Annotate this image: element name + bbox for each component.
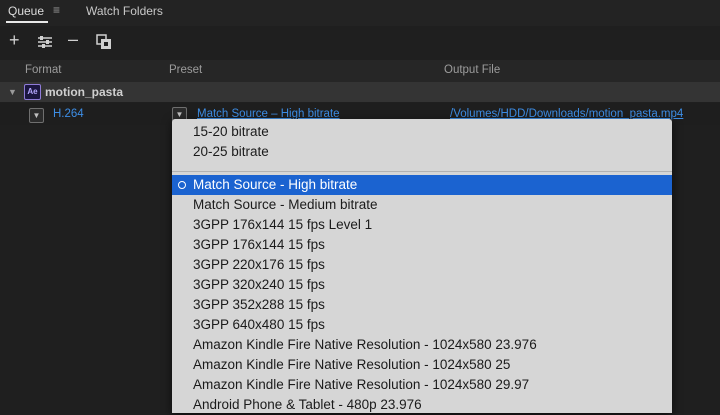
- format-value[interactable]: H.264: [53, 108, 84, 120]
- preset-option[interactable]: 3GPP 176x144 15 fps Level 1: [172, 215, 672, 235]
- chevron-down-icon[interactable]: ▼: [8, 87, 17, 97]
- settings-sliders-icon-glyph: [38, 36, 52, 48]
- hamburger-icon[interactable]: ≡: [53, 3, 60, 17]
- preset-option[interactable]: Amazon Kindle Fire Native Resolution - 1…: [172, 335, 672, 355]
- queue-column-header: Format Preset Output File: [0, 60, 720, 83]
- selected-indicator-icon: [178, 181, 186, 189]
- preset-option[interactable]: 15-20 bitrate: [172, 122, 672, 142]
- plus-icon[interactable]: +: [9, 31, 20, 49]
- tab-queue[interactable]: Queue: [5, 4, 49, 23]
- group-name: motion_pasta: [45, 85, 124, 99]
- panel-tab-bar: Queue ≡ Watch Folders: [0, 0, 720, 26]
- settings-sliders-icon[interactable]: [37, 34, 53, 54]
- duplicate-icon-glyph: [96, 34, 111, 49]
- column-format[interactable]: Format: [25, 64, 61, 76]
- tab-watch-folders[interactable]: Watch Folders: [86, 4, 163, 18]
- column-output-file[interactable]: Output File: [444, 64, 500, 76]
- preset-option[interactable]: 3GPP 320x240 15 fps: [172, 275, 672, 295]
- preset-option[interactable]: Match Source - Medium bitrate: [172, 195, 672, 215]
- format-dropdown[interactable]: ▼: [29, 108, 44, 123]
- column-preset[interactable]: Preset: [169, 64, 202, 76]
- after-effects-icon: Ae: [24, 84, 41, 100]
- preset-option[interactable]: Amazon Kindle Fire Native Resolution - 1…: [172, 355, 672, 375]
- preset-option[interactable]: 20-25 bitrate: [172, 142, 672, 162]
- preset-option[interactable]: Android Phone & Tablet - 480p 23.976: [172, 395, 672, 415]
- duplicate-icon[interactable]: [96, 34, 112, 54]
- preset-option[interactable]: 3GPP 640x480 15 fps: [172, 315, 672, 335]
- minus-icon[interactable]: –: [68, 30, 78, 48]
- chevron-down-icon: ▼: [32, 111, 41, 120]
- preset-option[interactable]: Amazon Kindle Fire Native Resolution - 1…: [172, 375, 672, 395]
- preset-dropdown-menu: 15-20 bitrate 20-25 bitrate Match Source…: [172, 119, 672, 413]
- preset-option[interactable]: 3GPP 220x176 15 fps: [172, 255, 672, 275]
- menu-separator: [172, 171, 672, 172]
- preset-option-selected[interactable]: Match Source - High bitrate: [172, 175, 672, 195]
- preset-option[interactable]: 3GPP 176x144 15 fps: [172, 235, 672, 255]
- preset-option[interactable]: 3GPP 352x288 15 fps: [172, 295, 672, 315]
